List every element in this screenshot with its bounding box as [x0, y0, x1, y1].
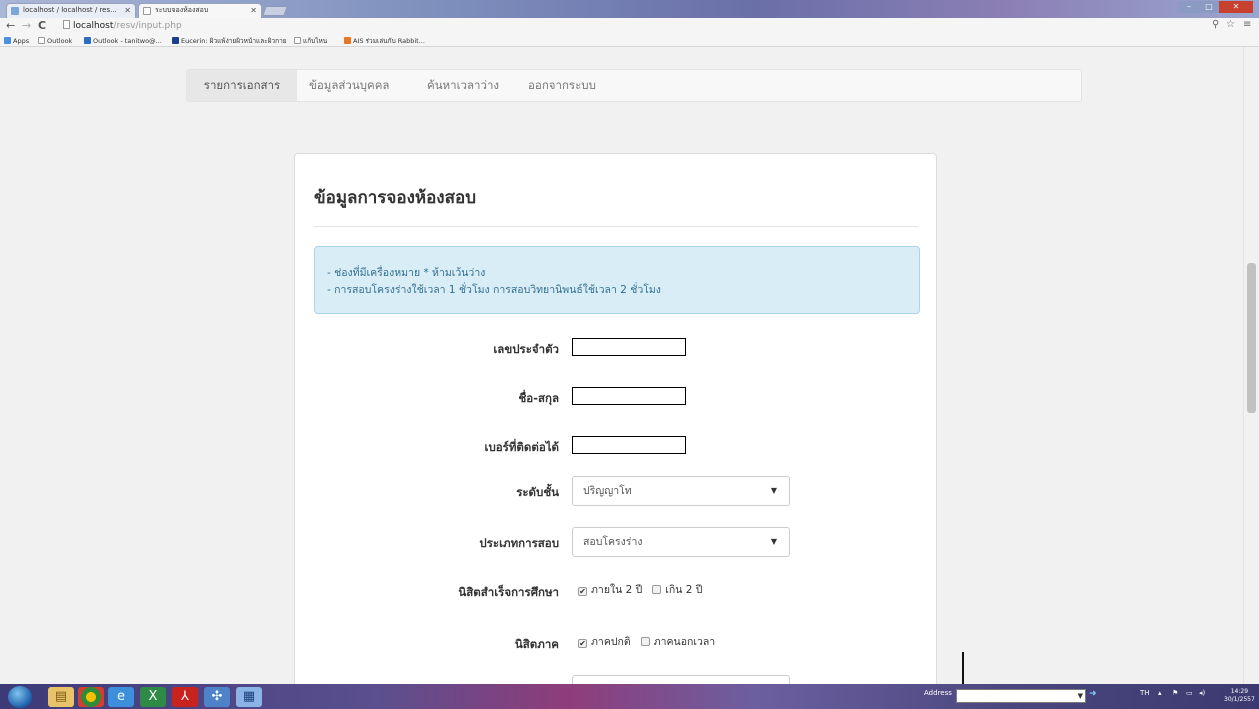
address-bar: ← → C localhost/resv/input.php ⚲ ☆ ≡ [0, 18, 1259, 35]
page-scrollbar[interactable] [1243, 47, 1259, 684]
checkbox-label: เกิน 2 ปี [665, 584, 703, 596]
volume-icon[interactable]: ◂) [1199, 689, 1205, 697]
acrobat-icon[interactable]: ⅄ [172, 687, 198, 707]
nav-item-profile[interactable]: ข้อมูลส่วนบุคคล [301, 70, 397, 101]
checkbox-label: ภาคนอกเวลา [653, 636, 716, 648]
info-alert: - ช่องที่มีเครื่องหมาย * ห้ามเว้นว่าง - … [314, 246, 920, 314]
exam-type-select[interactable]: สอบโครงร่าง ▼ [572, 527, 790, 557]
browser-tab-bar: localhost / localhost / res... ✕ ระบบจอง… [0, 0, 1259, 18]
level-select[interactable]: ปริญญาโท ▼ [572, 476, 790, 506]
page-icon [63, 20, 70, 29]
apps-grid-icon [4, 37, 11, 44]
language-indicator[interactable]: TH [1140, 689, 1150, 697]
clock-date: 30/1/2557 [1224, 696, 1255, 703]
excel-icon[interactable]: X [140, 687, 166, 707]
name-label: ชื่อ-สกุล [518, 391, 559, 405]
reload-icon[interactable]: C [38, 19, 46, 33]
program-label: นิสิตภาค [514, 637, 559, 651]
browser-tab[interactable]: localhost / localhost / res... ✕ [6, 3, 136, 18]
level-label: ระดับชั้น [516, 485, 559, 499]
eucerin-icon [172, 37, 179, 44]
network-tray-icon[interactable]: ▭ [1186, 689, 1193, 697]
student-id-label: เลขประจำตัว [493, 342, 559, 356]
page-favicon-icon [143, 7, 151, 15]
chevron-down-icon: ▼ [770, 537, 777, 546]
alert-line: - ช่องที่มีเครื่องหมาย * ห้ามเว้นว่าง [327, 267, 486, 279]
name-field[interactable] [572, 387, 686, 405]
close-tab-icon[interactable]: ✕ [124, 4, 131, 17]
star-icon[interactable]: ☆ [1226, 19, 1235, 30]
nav-item-documents[interactable]: รายการเอกสาร [187, 70, 297, 101]
outlook-icon [84, 37, 91, 44]
program-regular-checkbox[interactable]: ✔ [578, 639, 587, 648]
graduation-options: ✔ ภายใน 2 ปี เกิน 2 ปี [578, 581, 702, 598]
window-controls: – □ ✕ [1179, 1, 1253, 13]
checkbox-label: ภายใน 2 ปี [591, 584, 643, 596]
chevron-down-icon: ▼ [770, 486, 777, 495]
menu-icon[interactable]: ≡ [1243, 19, 1251, 30]
url-input[interactable]: localhost/resv/input.php [63, 20, 1183, 33]
browser-tab-active[interactable]: ระบบจองห้องสอบ ✕ [138, 3, 262, 18]
bookmarks-bar: Apps Outlook Outlook - tanitwo@... Eucer… [0, 35, 1259, 47]
network-icon[interactable]: ✣ [204, 687, 230, 707]
nav-item-logout[interactable]: ออกจากระบบ [520, 70, 604, 101]
page-favicon-icon [11, 7, 19, 15]
new-tab-button[interactable] [262, 6, 288, 16]
student-id-field[interactable] [572, 338, 686, 356]
bookmark-outlook-mail[interactable]: Outlook - tanitwo@... [84, 35, 162, 47]
back-arrow-icon[interactable]: ← [6, 19, 15, 33]
start-button[interactable] [8, 686, 32, 708]
alert-line: - การสอบโครงร่างใช้เวลา 1 ชั่วโมง การสอบ… [327, 284, 661, 296]
bookmark-outlook[interactable]: Outlook [38, 35, 72, 47]
phone-field[interactable] [572, 436, 686, 454]
zoom-icon[interactable]: ⚲ [1212, 19, 1219, 30]
file-explorer-icon[interactable]: ▤ [48, 687, 74, 707]
url-path: /resv/input.php [113, 21, 182, 31]
clock-time: 14:29 [1230, 688, 1249, 695]
page-icon [294, 37, 301, 44]
minimize-button[interactable]: – [1179, 1, 1199, 13]
chrome-icon[interactable] [78, 687, 104, 707]
checkbox-label: ภาคปกติ [591, 636, 631, 648]
bookmark-ais[interactable]: AIS ร่วมเล่นกับ Rabbit... [344, 35, 425, 47]
close-window-button[interactable]: ✕ [1219, 1, 1253, 13]
bookmark-eucerin[interactable]: Eucerin: ผิวแพ้ง่ายผิวหน้าและผิวกาย [172, 35, 287, 47]
go-arrow-icon[interactable]: ➜ [1089, 689, 1097, 699]
bookmark-apps[interactable]: Apps [4, 35, 29, 47]
page-icon [38, 37, 45, 44]
windows-taskbar: ▤ e X ⅄ ✣ ▦ Address ▼ ➜ TH ▴ ⚑ ▭ ◂) 14:2… [0, 684, 1259, 709]
forward-arrow-icon[interactable]: → [22, 19, 31, 33]
url-host: localhost [73, 21, 114, 31]
nav-item-find-free-time[interactable]: ค้นหาเวลาว่าง [419, 70, 507, 101]
graduation-within-2y-checkbox[interactable]: ✔ [578, 587, 587, 596]
maximize-button[interactable]: □ [1199, 1, 1219, 13]
taskbar-address-input[interactable]: ▼ [956, 689, 1086, 703]
tab-title: localhost / localhost / res... [23, 6, 117, 14]
ais-icon [344, 37, 351, 44]
flag-icon[interactable]: ⚑ [1172, 689, 1178, 697]
notepad-icon[interactable]: ▦ [236, 687, 262, 707]
clock[interactable]: 14:29 30/1/2557 [1224, 688, 1255, 704]
booking-form-panel: ข้อมูลการจองห้องสอบ - ช่องที่มีเครื่องหม… [294, 153, 937, 695]
exam-type-label: ประเภทการสอบ [479, 536, 559, 550]
divider [314, 226, 918, 227]
phone-label: เบอร์ที่ติดต่อได้ [484, 440, 559, 454]
tray-expand-icon[interactable]: ▴ [1158, 689, 1162, 697]
close-tab-icon[interactable]: ✕ [250, 4, 257, 17]
graduation-over-2y-checkbox[interactable] [652, 585, 662, 594]
scrollbar-thumb[interactable] [1247, 263, 1256, 413]
bookmark-page[interactable]: แก้บไหน [294, 35, 327, 47]
exam-type-selected-value: สอบโครงร่าง [583, 536, 643, 548]
page-title: ข้อมูลการจองห้องสอบ [314, 188, 476, 208]
address-toolbar-label: Address [924, 689, 952, 697]
tab-title: ระบบจองห้องสอบ [155, 6, 209, 14]
site-navbar: รายการเอกสาร ข้อมูลส่วนบุคคล ค้นหาเวลาว่… [186, 69, 1082, 102]
internet-explorer-icon[interactable]: e [108, 687, 134, 707]
program-special-checkbox[interactable] [640, 637, 650, 646]
graduation-label: นิสิตสำเร็จการศึกษา [458, 585, 559, 599]
chevron-down-icon[interactable]: ▼ [1078, 690, 1083, 702]
program-options: ✔ ภาคปกติ ภาคนอกเวลา [578, 633, 715, 650]
level-selected-value: ปริญญาโท [583, 485, 632, 497]
